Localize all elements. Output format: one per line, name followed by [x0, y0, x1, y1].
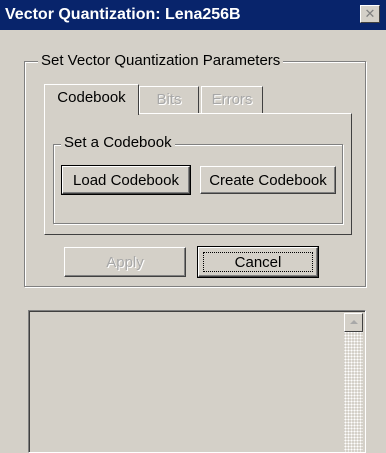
- close-icon: ✕: [364, 6, 376, 21]
- apply-button[interactable]: Apply: [64, 247, 186, 277]
- codebook-tab-panel: Set a Codebook Load Codebook Create Code…: [44, 113, 352, 235]
- title-bar: Vector Quantization: Lena256B ✕: [0, 0, 386, 30]
- codebook-group-legend: Set a Codebook: [61, 134, 175, 151]
- tab-errors-label: Errors: [211, 91, 253, 108]
- create-codebook-label: Create Codebook: [209, 171, 327, 189]
- scroll-up-button[interactable]: [344, 313, 363, 332]
- parameters-group-legend: Set Vector Quantization Parameters: [38, 52, 284, 69]
- tab-bits-label: Bits: [156, 91, 182, 108]
- cancel-button[interactable]: Cancel: [197, 246, 319, 278]
- output-listbox[interactable]: [28, 310, 366, 453]
- focus-rectangle: [203, 252, 313, 272]
- vertical-scrollbar[interactable]: [344, 313, 363, 452]
- tab-errors[interactable]: Errors: [201, 86, 263, 114]
- scroll-up-arrow-icon: [350, 320, 358, 324]
- window-title: Vector Quantization: Lena256B: [5, 6, 241, 23]
- tab-bits[interactable]: Bits: [139, 86, 199, 114]
- apply-label: Apply: [106, 253, 144, 271]
- close-button[interactable]: ✕: [360, 5, 380, 23]
- tab-codebook-label: Codebook: [57, 89, 126, 106]
- create-codebook-button[interactable]: Create Codebook: [200, 166, 336, 194]
- load-codebook-button[interactable]: Load Codebook: [61, 165, 191, 195]
- load-codebook-label: Load Codebook: [73, 171, 179, 189]
- tab-codebook[interactable]: Codebook: [44, 84, 139, 115]
